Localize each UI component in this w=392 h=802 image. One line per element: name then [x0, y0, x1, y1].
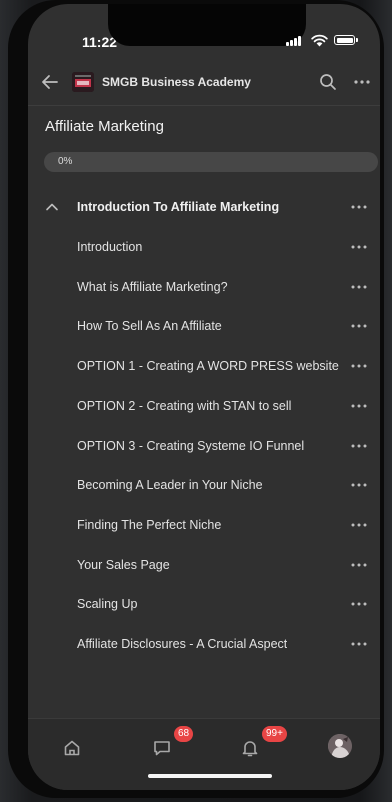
top-nav-bar: SMGB Business Academy — [28, 64, 380, 100]
lesson-title[interactable]: Introduction — [77, 240, 142, 254]
lesson-item[interactable]: What is Affiliate Marketing? — [28, 272, 380, 302]
chat-icon[interactable] — [152, 738, 172, 758]
chevron-up-icon[interactable] — [45, 200, 59, 214]
more-horizontal-icon[interactable] — [350, 562, 368, 568]
more-horizontal-icon[interactable] — [350, 323, 368, 329]
more-horizontal-icon[interactable] — [350, 284, 368, 290]
phone-frame: 11:22 SMGB Business Academy Affiliate Ma… — [8, 0, 384, 798]
lesson-item[interactable]: How To Sell As An Affiliate — [28, 311, 380, 341]
course-progress-bar: 0% — [44, 152, 378, 172]
lesson-item[interactable]: Your Sales Page — [28, 550, 380, 580]
more-horizontal-icon[interactable] — [350, 403, 368, 409]
home-indicator — [148, 774, 272, 778]
academy-logo[interactable] — [72, 72, 94, 92]
academy-name[interactable]: SMGB Business Academy — [102, 75, 251, 89]
notifications-badge: 99+ — [262, 726, 287, 742]
lesson-title[interactable]: Becoming A Leader in Your Niche — [77, 478, 263, 492]
home-icon[interactable] — [62, 738, 82, 758]
lesson-item[interactable]: OPTION 3 - Creating Systeme IO Funnel — [28, 431, 380, 461]
avatar[interactable] — [328, 734, 352, 758]
more-horizontal-icon[interactable] — [350, 641, 368, 647]
lesson-title[interactable]: Finding The Perfect Niche — [77, 518, 221, 532]
module-title[interactable]: Introduction To Affiliate Marketing — [77, 200, 279, 214]
lesson-title[interactable]: OPTION 3 - Creating Systeme IO Funnel — [77, 439, 304, 453]
course-title: Affiliate Marketing — [45, 118, 164, 135]
status-icons — [286, 33, 366, 49]
module-header[interactable]: Introduction To Affiliate Marketing — [28, 192, 380, 222]
search-icon[interactable] — [318, 72, 338, 92]
lesson-item[interactable]: Finding The Perfect Niche — [28, 510, 380, 540]
lesson-item[interactable]: Scaling Up — [28, 589, 380, 619]
lesson-title[interactable]: Scaling Up — [77, 597, 137, 611]
chat-badge: 68 — [174, 726, 194, 742]
app-screen: 11:22 SMGB Business Academy Affiliate Ma… — [28, 4, 380, 790]
battery-icon — [334, 35, 358, 45]
lesson-item[interactable]: OPTION 1 - Creating A WORD PRESS website — [28, 351, 380, 381]
lesson-item[interactable]: Affiliate Disclosures - A Crucial Aspect — [28, 629, 380, 659]
lesson-title[interactable]: What is Affiliate Marketing? — [77, 280, 228, 294]
bell-icon[interactable] — [240, 738, 260, 758]
lesson-title[interactable]: OPTION 2 - Creating with STAN to sell — [77, 399, 291, 413]
signal-icon — [286, 36, 302, 46]
lesson-title[interactable]: Affiliate Disclosures - A Crucial Aspect — [77, 637, 287, 651]
more-horizontal-icon[interactable] — [350, 482, 368, 488]
lesson-title[interactable]: OPTION 1 - Creating A WORD PRESS website — [77, 359, 339, 373]
lesson-title[interactable]: Your Sales Page — [77, 558, 170, 572]
more-horizontal-icon[interactable] — [350, 363, 368, 369]
progress-label: 0% — [58, 156, 73, 167]
more-horizontal-icon[interactable] — [352, 72, 372, 92]
dynamic-island — [108, 4, 306, 46]
wifi-icon — [311, 34, 328, 47]
lesson-item[interactable]: Becoming A Leader in Your Niche — [28, 470, 380, 500]
lesson-item[interactable]: Introduction — [28, 232, 380, 262]
more-horizontal-icon[interactable] — [350, 601, 368, 607]
header-divider — [28, 105, 380, 106]
arrow-left-icon[interactable] — [38, 70, 62, 94]
more-horizontal-icon[interactable] — [350, 244, 368, 250]
more-horizontal-icon[interactable] — [350, 443, 368, 449]
lesson-item[interactable]: OPTION 2 - Creating with STAN to sell — [28, 391, 380, 421]
more-horizontal-icon[interactable] — [350, 204, 368, 210]
lesson-title[interactable]: How To Sell As An Affiliate — [77, 319, 222, 333]
more-horizontal-icon[interactable] — [350, 522, 368, 528]
